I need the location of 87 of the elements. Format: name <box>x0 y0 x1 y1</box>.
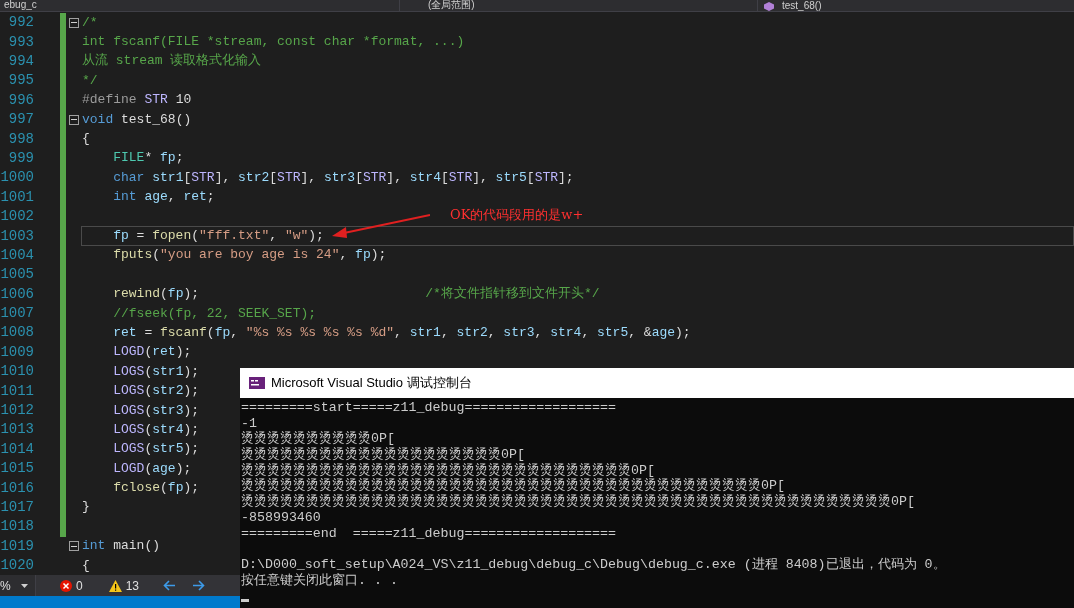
line-number: 996 <box>7 90 34 110</box>
code-line: //fseek(fp, 22, SEEK_SET); <box>112 304 317 323</box>
line-number: 1016 <box>0 478 34 498</box>
console-title: Microsoft Visual Studio 调试控制台 <box>271 374 472 393</box>
line-number: 1018 <box>0 517 34 537</box>
line-number: 1000 <box>0 168 34 188</box>
code-line: LOGS(str3); <box>112 401 200 420</box>
code-line: #define STR 10 <box>82 91 192 110</box>
text-cursor <box>241 599 249 603</box>
console-app-icon <box>249 377 265 389</box>
arrow-left-icon <box>163 580 177 591</box>
line-number: 1006 <box>0 284 34 304</box>
code-line: FILE* fp; <box>112 149 184 168</box>
line-number: 1008 <box>0 323 34 343</box>
code-line: ret = fscanf(fp, "%s %s %s %s %s %d", str1, str2, str3, str4, str5, &age); <box>112 323 691 342</box>
line-number: 1011 <box>0 381 34 401</box>
console-line: 烫烫烫烫烫烫烫烫烫烫烫烫烫烫烫烫烫烫烫烫烫烫烫烫烫烫烫烫烫烫烫烫烫烫烫烫烫烫烫烫烫烫烫烫烫烫烫烫烫烫0P[ <box>241 494 915 510</box>
line-number: 1012 <box>0 401 34 420</box>
code-line: int main() <box>82 537 160 556</box>
line-number: 1015 <box>0 459 34 479</box>
console-line: 烫烫烫烫烫烫烫烫烫烫烫烫烫烫烫烫烫烫烫烫烫烫烫烫烫烫烫烫烫烫0P[ <box>241 462 655 478</box>
error-icon <box>60 579 72 592</box>
line-number: 995 <box>7 71 34 91</box>
back-button[interactable] <box>163 580 177 591</box>
arrow-right-icon <box>192 580 206 591</box>
code-line: */ <box>82 71 98 90</box>
line-number: 1004 <box>0 245 34 265</box>
code-line: void test_68() <box>82 110 192 129</box>
zoom-dropdown[interactable]: % <box>0 575 36 596</box>
console-line: -1 <box>241 415 257 431</box>
code-line: fputs("you are boy age is 24", fp); <box>112 246 387 265</box>
line-number: 1003 <box>0 226 34 246</box>
console-line: -858993460 <box>241 509 321 526</box>
line-number: 992 <box>7 13 34 33</box>
errors-button[interactable]: 0 <box>60 576 83 595</box>
collapse-toggle[interactable] <box>68 17 79 28</box>
code-line: } <box>82 498 90 517</box>
line-number: 997 <box>7 110 34 130</box>
code-line: int fscanf(FILE *stream, const char *format, ...) <box>82 33 465 52</box>
line-number: 1001 <box>0 187 34 207</box>
function-dropdown[interactable]: test_68() <box>758 0 1074 11</box>
code-line: { <box>82 130 90 149</box>
collapse-toggle[interactable] <box>68 541 79 552</box>
console-line: 烫烫烫烫烫烫烫烫烫烫烫烫烫烫烫烫烫烫烫烫烫烫烫烫烫烫烫烫烫烫烫烫烫烫烫烫烫烫烫烫0P[ <box>241 478 785 494</box>
console-line: 烫烫烫烫烫烫烫烫烫烫0P[ <box>241 431 395 447</box>
caret-icon <box>20 583 28 588</box>
scope-dropdown[interactable]: (全局范围) <box>406 0 758 11</box>
code-line: LOGS(str5); <box>112 440 200 459</box>
line-number: 1020 <box>0 556 34 575</box>
line-number: 1017 <box>0 497 34 517</box>
code-line: rewind(fp); /*将文件指针移到文件开头*/ <box>112 285 600 304</box>
warning-icon <box>108 579 122 592</box>
code-line: LOGS(str1); <box>112 362 200 381</box>
code-line: fclose(fp); <box>112 479 200 498</box>
code-line: int age, ret; <box>112 188 215 207</box>
line-number: 994 <box>7 52 34 71</box>
code-line: LOGS(str4); <box>112 420 200 439</box>
console-line: 按任意键关闭此窗口. . . <box>241 572 398 589</box>
console-line: D:\D000_soft_setup\A024_VS\z11_debug\debug_c\Debug\debug_c.exe (进程 8408)已退出，代码为 0。 <box>241 556 946 573</box>
line-number: 998 <box>7 129 34 149</box>
line-number: 999 <box>7 148 34 168</box>
line-number: 993 <box>7 32 34 52</box>
console-line: =========end =====z11_debug=================== <box>241 525 617 542</box>
project-dropdown[interactable]: ebug_c <box>0 0 400 11</box>
line-number: 1014 <box>0 439 34 459</box>
forward-button[interactable] <box>192 580 206 591</box>
code-line: 从流 stream 读取格式化输入 <box>82 52 262 71</box>
console-line: =========start=====z11_debug=================== <box>241 400 617 416</box>
line-number: 1005 <box>0 265 34 285</box>
line-number: 1009 <box>0 342 34 362</box>
warnings-button[interactable]: 13 <box>108 576 140 595</box>
collapse-toggle[interactable] <box>68 114 79 125</box>
code-line: /* <box>82 13 98 32</box>
code-line: LOGS(str2); <box>112 382 200 401</box>
cube-icon <box>764 2 774 11</box>
line-number: 1019 <box>0 536 34 556</box>
console-line: 烫烫烫烫烫烫烫烫烫烫烫烫烫烫烫烫烫烫烫烫0P[ <box>241 447 525 463</box>
code-line: fp = fopen("fff.txt", "w"); <box>112 227 324 245</box>
annotation-text: OK的代码段用的是w+ <box>450 206 584 224</box>
line-number: 1010 <box>0 362 34 382</box>
line-number: 1013 <box>0 420 34 440</box>
line-number: 1002 <box>0 207 34 227</box>
line-number: 1007 <box>0 304 34 324</box>
code-line: LOGD(ret); <box>112 343 192 362</box>
code-line: char str1[STR], str2[STR], str3[STR], str4[STR], str5[STR]; <box>112 168 574 187</box>
code-line: { <box>82 556 90 575</box>
code-line: LOGD(age); <box>112 459 192 478</box>
